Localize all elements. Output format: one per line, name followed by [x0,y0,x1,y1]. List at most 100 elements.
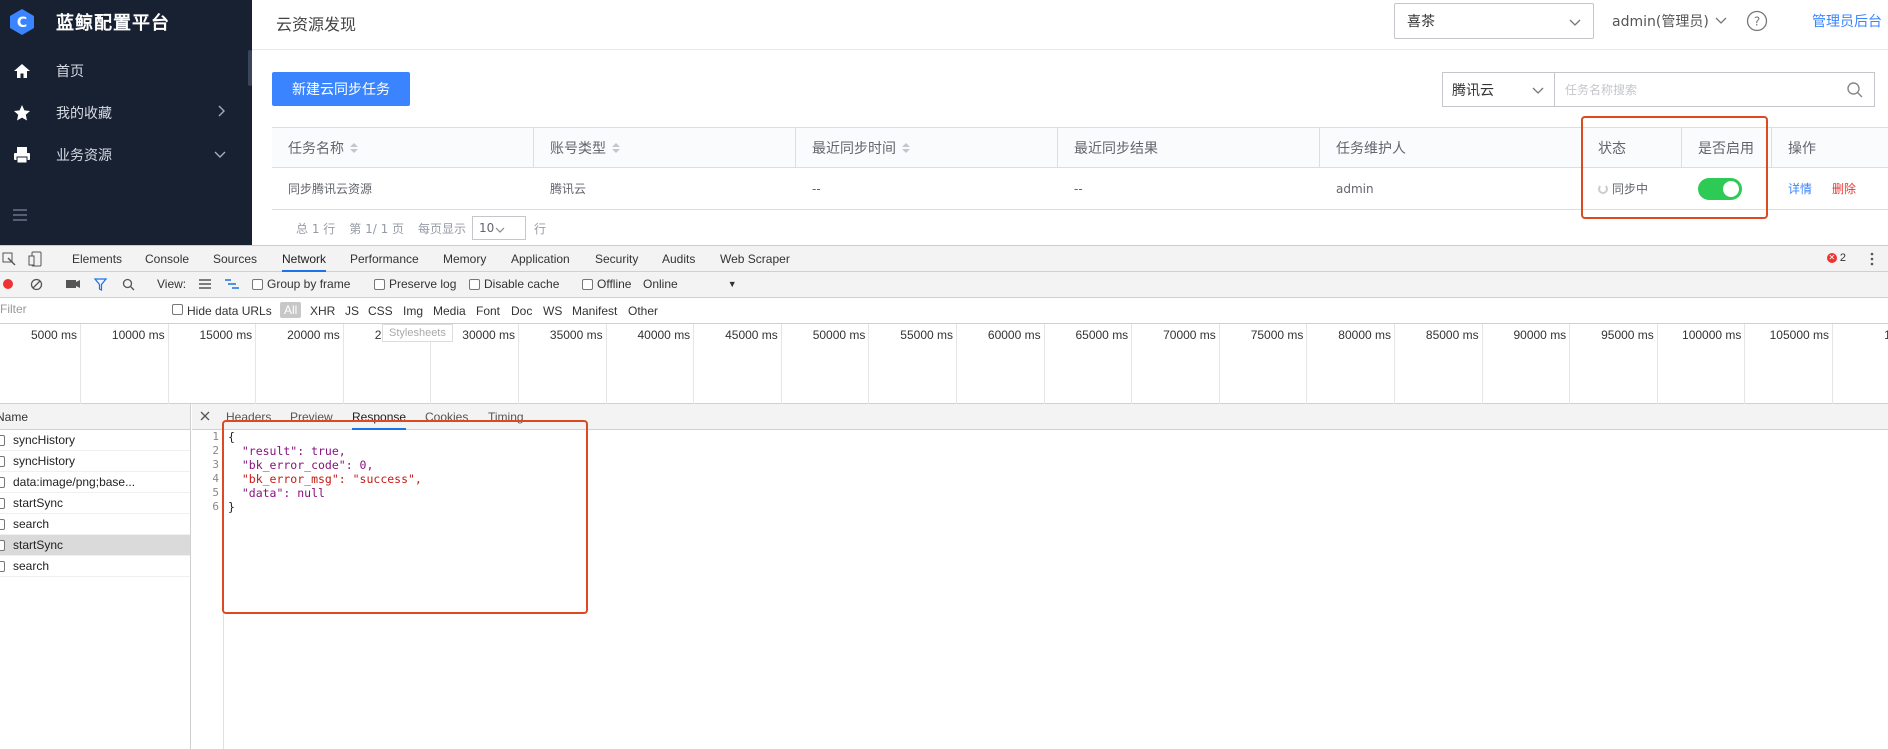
tab-network[interactable]: Network [282,246,327,272]
column-header-task-name[interactable]: 任务名称 [272,128,534,167]
group-by-frame-checkbox[interactable]: Group by frame [252,277,350,291]
request-item-selected[interactable]: startSync [0,535,190,556]
timeline-gridline [868,324,870,404]
preserve-log-checkbox[interactable]: Preserve log [374,277,456,291]
cloud-vendor-select[interactable]: 腾讯云 [1442,72,1555,107]
cell-actions: 详情 删除 [1772,168,1888,209]
cloud-vendor-select-value: 腾讯云 [1452,82,1494,99]
filter-type-media[interactable]: Media [433,304,466,318]
request-item[interactable]: search [0,556,190,577]
more-options-icon[interactable] [1870,252,1874,269]
chevron-down-icon [495,223,505,237]
timeline-tick-label: 55000 ms [900,328,953,342]
filter-type-xhr[interactable]: XHR [310,304,335,318]
timeline-tick-label: 10000 ms [111,328,165,342]
timeline-gridline [80,324,81,404]
device-toolbar-icon[interactable] [28,251,42,270]
tab-security[interactable]: Security [595,246,638,272]
timeline-gridline [1394,324,1395,404]
menu-collapse-icon[interactable] [12,208,28,226]
timeline-gridline [167,324,169,404]
detail-link[interactable]: 详情 [1788,180,1812,197]
pager-page: 第 1/ 1 页 [349,221,405,236]
sidebar-item-home[interactable]: 首页 [0,50,252,92]
search-placeholder: 任务名称搜索 [1565,83,1638,97]
admin-console-link[interactable]: 管理员后台 [1812,11,1882,31]
tab-web-scraper[interactable]: Web Scraper [720,246,790,272]
filter-type-js[interactable]: JS [345,304,359,318]
throttling-select[interactable]: Online ▼ [643,277,737,291]
network-timeline-overview[interactable]: 5000 ms10000 ms15000 ms20000 ms25000 ms3… [0,324,1888,404]
new-cloud-sync-task-button[interactable]: 新建云同步任务 [272,72,410,106]
search-icon[interactable] [122,278,135,291]
timeline-tick-label: 90000 ms [1513,328,1567,342]
filter-input[interactable]: Filter [0,302,158,320]
large-rows-icon[interactable] [198,278,212,290]
request-list-header: Name [0,404,190,430]
offline-checkbox[interactable]: Offline [582,277,631,291]
timeline-gridline [1306,324,1308,404]
sort-icon[interactable] [350,142,358,153]
error-count-badge[interactable]: ✕ 2 [1826,252,1846,264]
inspect-element-icon[interactable] [2,252,16,269]
timeline-tick-label: 105000 ms [1769,328,1829,342]
sidebar-scrollbar[interactable] [248,50,252,86]
tab-performance[interactable]: Performance [350,246,419,272]
filter-type-css[interactable]: CSS [368,304,393,318]
user-menu[interactable]: admin(管理员) [1612,11,1727,31]
timeline-gridline [1832,324,1833,404]
timeline-gridline [780,324,782,404]
top-header: 云资源发现 喜茶 admin(管理员) ? 管理员后台 [252,0,1888,50]
timeline-gridline [956,324,957,404]
search-icon[interactable] [1846,81,1864,102]
request-item[interactable]: startSync [0,493,190,514]
business-select[interactable]: 喜茶 [1394,3,1594,39]
tab-audits[interactable]: Audits [662,246,695,272]
sidebar-item-favorites[interactable]: 我的收藏 [0,92,252,134]
home-icon [12,61,32,81]
column-header-last-sync-time[interactable]: 最近同步时间 [796,128,1058,167]
tab-sources[interactable]: Sources [213,246,257,272]
app-name: 蓝鲸配置平台 [56,13,170,34]
timeline-gridline [1569,324,1571,404]
filter-type-other[interactable]: Other [628,304,658,318]
page-size-select[interactable]: 10 [472,216,527,240]
filter-type-doc[interactable]: Doc [511,304,532,318]
filter-type-font[interactable]: Font [476,304,500,318]
business-select-value: 喜茶 [1407,14,1435,30]
request-item[interactable]: search [0,514,190,535]
task-search-input[interactable]: 任务名称搜索 [1555,72,1875,107]
disable-cache-checkbox[interactable]: Disable cache [469,277,559,291]
tab-memory[interactable]: Memory [443,246,486,272]
name-column-header[interactable]: Name [0,410,28,424]
filter-type-ws[interactable]: WS [543,304,562,318]
waterfall-overview-icon[interactable] [224,278,240,290]
sort-icon[interactable] [612,142,620,153]
tab-elements[interactable]: Elements [72,246,122,272]
line-number-gutter: 1 2 3 4 5 6 [192,430,224,749]
printer-icon [12,145,32,165]
timeline-tick-label: 5000 ms [30,328,77,342]
filter-type-img[interactable]: Img [403,304,423,318]
request-item[interactable]: data:image/png;base... [0,472,190,493]
filter-type-manifest[interactable]: Manifest [572,304,617,318]
delete-link[interactable]: 删除 [1832,180,1856,197]
close-icon[interactable] [200,410,210,424]
filter-type-all[interactable]: All [280,302,302,318]
tab-console[interactable]: Console [145,246,189,272]
filter-funnel-icon[interactable] [94,278,107,291]
column-header-account-type[interactable]: 账号类型 [534,128,796,167]
user-name: admin(管理员) [1612,14,1709,30]
request-item[interactable]: syncHistory [0,451,190,472]
screenshot-camera-icon[interactable] [66,278,80,289]
sort-icon[interactable] [902,142,910,153]
sidebar-item-business-resources[interactable]: 业务资源 [0,134,252,176]
hide-data-urls-checkbox[interactable]: Hide data URLs [172,304,272,318]
help-icon[interactable]: ? [1746,10,1768,36]
clear-icon[interactable] [30,278,43,291]
tab-application[interactable]: Application [511,246,570,272]
request-item[interactable]: syncHistory [0,430,190,451]
dropdown-triangle-icon: ▼ [727,279,737,289]
chevron-down-icon [1715,13,1727,29]
record-icon[interactable] [2,278,14,290]
